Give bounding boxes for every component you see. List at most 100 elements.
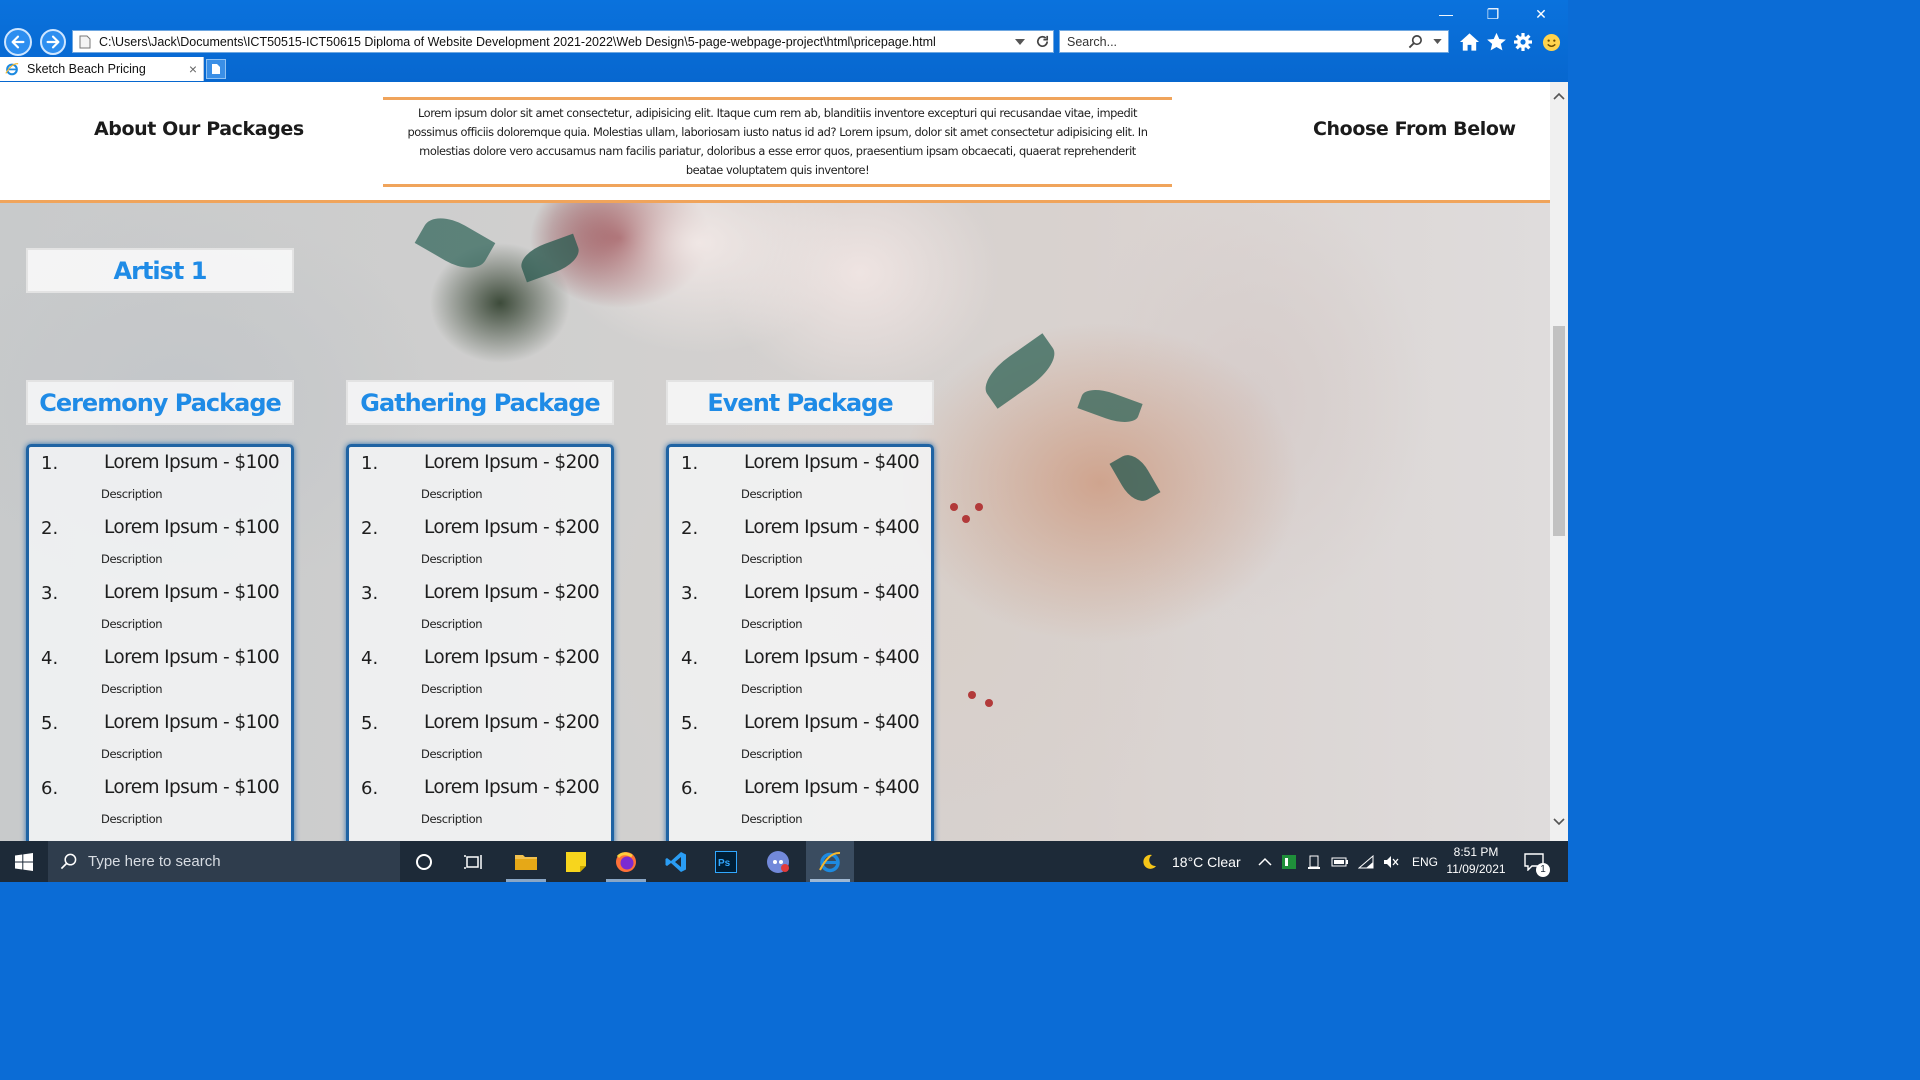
vertical-scrollbar[interactable] — [1550, 82, 1568, 841]
list-item: 1. Lorem Ipsum - $400 Description — [669, 447, 931, 512]
berry-decoration — [975, 503, 983, 511]
item-name: Lorem Ipsum - $200 — [424, 712, 600, 733]
clock-date: 11/09/2021 — [1446, 862, 1506, 876]
package-title: Gathering Package — [360, 388, 600, 417]
taskbar-file-explorer[interactable] — [502, 841, 550, 882]
clock-time: 8:51 PM — [1453, 845, 1499, 859]
scroll-up-icon[interactable] — [1552, 88, 1566, 104]
tab-sketch-beach-pricing[interactable]: Sketch Beach Pricing × — [0, 57, 204, 81]
home-icon[interactable] — [1458, 31, 1480, 53]
item-number: 2. — [361, 518, 379, 539]
list-item: 4. Lorem Ipsum - $400 Description — [669, 642, 931, 707]
berry-decoration — [950, 503, 958, 511]
taskbar-internet-explorer[interactable] — [806, 841, 854, 882]
item-number: 1. — [41, 453, 59, 474]
list-item: 6. Lorem Ipsum - $400 Description — [669, 772, 931, 837]
ceremony-package-title-box: Ceremony Package — [26, 380, 294, 425]
berry-decoration — [968, 691, 976, 699]
scroll-down-icon[interactable] — [1552, 814, 1566, 830]
weather-widget[interactable]: 18°C Clear — [1140, 841, 1241, 882]
list-item: 5. Lorem Ipsum - $400 Description — [669, 707, 931, 772]
item-number: 1. — [361, 453, 379, 474]
item-name: Lorem Ipsum - $200 — [424, 582, 600, 603]
taskbar-firefox[interactable] — [602, 841, 650, 882]
back-button[interactable] — [4, 28, 32, 56]
leaf-decoration — [1109, 448, 1161, 508]
address-bar[interactable]: C:\Users\Jack\Documents\ICT50515-ICT5061… — [72, 30, 1054, 53]
volume-muted-icon[interactable] — [1383, 855, 1399, 869]
item-description: Description — [741, 487, 803, 501]
scrollbar-thumb[interactable] — [1553, 326, 1565, 536]
app-tray-icon[interactable] — [1281, 854, 1297, 870]
star-icon[interactable] — [1485, 31, 1507, 53]
forward-button[interactable] — [40, 29, 66, 55]
language-indicator[interactable]: ENG — [1412, 855, 1438, 869]
wifi-icon[interactable] — [1358, 854, 1374, 869]
svg-text:Ps: Ps — [718, 858, 731, 869]
list-item: 3. Lorem Ipsum - $200 Description — [349, 577, 611, 642]
notification-center-button[interactable]: 1 — [1522, 851, 1550, 877]
address-url[interactable]: C:\Users\Jack\Documents\ICT50515-ICT5061… — [99, 35, 1009, 49]
vscode-icon — [665, 851, 686, 872]
item-number: 6. — [361, 778, 379, 799]
task-view-button[interactable] — [450, 841, 498, 882]
item-name: Lorem Ipsum - $100 — [104, 777, 280, 798]
smiley-icon[interactable] — [1540, 31, 1562, 53]
event-package-title-box: Event Package — [666, 380, 934, 425]
windows-taskbar: Type here to search Ps 18°C Clear ENG 8:… — [0, 841, 1568, 882]
item-number: 3. — [681, 583, 699, 604]
artist-title: Artist 1 — [113, 256, 208, 285]
choose-below-heading: Choose From Below — [1313, 118, 1516, 140]
minimize-button[interactable]: — — [1435, 4, 1457, 24]
weather-text: 18°C Clear — [1172, 853, 1241, 870]
item-description: Description — [421, 682, 483, 696]
item-number: 1. — [681, 453, 699, 474]
artist-heading-box: Artist 1 — [26, 248, 294, 293]
event-package-list: 1. Lorem Ipsum - $400 Description 2. Lorem … — [666, 444, 934, 841]
clock[interactable]: 8:51 PM 11/09/2021 — [1440, 844, 1512, 878]
taskbar-vscode[interactable] — [652, 841, 700, 882]
intro-paragraph: Lorem ipsum dolor sit amet consectetur, … — [407, 106, 1148, 177]
chevron-up-icon[interactable] — [1258, 857, 1272, 866]
browser-search-box[interactable]: Search... — [1059, 30, 1449, 53]
task-view-icon — [464, 854, 482, 869]
list-item: 1. Lorem Ipsum - $200 Description — [349, 447, 611, 512]
refresh-icon[interactable] — [1031, 34, 1053, 49]
item-name: Lorem Ipsum - $200 — [424, 647, 600, 668]
list-item: 2. Lorem Ipsum - $200 Description — [349, 512, 611, 577]
item-number: 2. — [681, 518, 699, 539]
gear-icon[interactable] — [1512, 31, 1534, 53]
device-icon[interactable] — [1306, 854, 1322, 870]
taskbar-sticky-notes[interactable] — [552, 841, 600, 882]
restore-button[interactable]: ❐ — [1482, 4, 1504, 24]
item-description: Description — [101, 747, 163, 761]
package-title: Ceremony Package — [39, 388, 282, 417]
leaf-decoration — [516, 233, 584, 283]
tab-title: Sketch Beach Pricing — [27, 62, 146, 76]
ie-icon — [5, 62, 21, 76]
tab-close-icon[interactable]: × — [183, 61, 203, 77]
cortana-button[interactable] — [400, 841, 448, 882]
taskbar-search-box[interactable]: Type here to search — [48, 841, 400, 882]
search-dropdown-icon[interactable] — [1426, 39, 1448, 44]
item-name: Lorem Ipsum - $200 — [424, 452, 600, 473]
browser-search-placeholder[interactable]: Search... — [1067, 35, 1404, 49]
search-icon[interactable] — [1404, 34, 1426, 49]
taskbar-discord[interactable] — [754, 841, 802, 882]
start-button[interactable] — [0, 841, 48, 882]
list-item: 6. Lorem Ipsum - $100 Description — [29, 772, 291, 837]
ceremony-package-list: 1. Lorem Ipsum - $100 Description 2. Lorem … — [26, 444, 294, 841]
battery-icon[interactable] — [1331, 856, 1349, 868]
address-dropdown-icon[interactable] — [1009, 38, 1031, 45]
taskbar-search-placeholder[interactable]: Type here to search — [88, 853, 221, 870]
taskbar-photoshop[interactable]: Ps — [702, 841, 750, 882]
folder-icon — [515, 854, 537, 870]
discord-icon — [767, 850, 789, 873]
item-description: Description — [421, 812, 483, 826]
list-item: 6. Lorem Ipsum - $200 Description — [349, 772, 611, 837]
new-tab-button[interactable] — [206, 59, 226, 79]
moon-icon — [1143, 854, 1156, 869]
item-number: 4. — [41, 648, 59, 669]
close-window-button[interactable]: ✕ — [1530, 4, 1552, 24]
item-name: Lorem Ipsum - $400 — [744, 647, 920, 668]
